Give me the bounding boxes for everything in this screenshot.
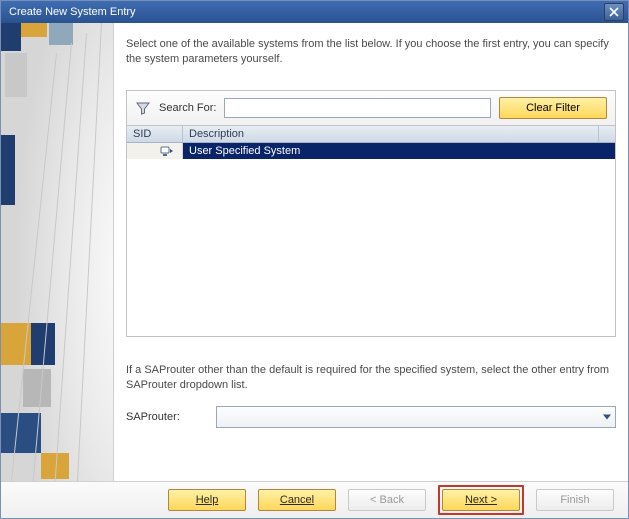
- systems-table: SID Description: [126, 126, 616, 337]
- column-header-spacer: [599, 126, 615, 142]
- cancel-button[interactable]: Cancel: [258, 489, 336, 511]
- filter-icon: [135, 100, 151, 116]
- saprouter-label: SAProuter:: [126, 411, 204, 423]
- finish-button: Finish: [536, 489, 614, 511]
- close-icon: [609, 7, 619, 17]
- system-icon: [160, 145, 174, 157]
- chevron-down-icon: [603, 414, 611, 419]
- help-button[interactable]: Help: [168, 489, 246, 511]
- search-input[interactable]: [224, 98, 491, 118]
- titlebar: Create New System Entry: [1, 1, 628, 23]
- close-button[interactable]: [604, 3, 624, 21]
- saprouter-row: SAProuter:: [126, 406, 616, 428]
- cell-sid: [127, 143, 183, 159]
- saprouter-dropdown[interactable]: [216, 406, 616, 428]
- dialog-body: Select one of the available systems from…: [1, 23, 628, 481]
- table-row[interactable]: User Specified System: [127, 143, 615, 159]
- intro-text: Select one of the available systems from…: [126, 37, 616, 68]
- wizard-content: Select one of the available systems from…: [114, 23, 628, 481]
- clear-filter-button[interactable]: Clear Filter: [499, 97, 607, 119]
- search-panel: Search For: Clear Filter: [126, 90, 616, 126]
- wizard-sidebar-art: [1, 23, 114, 481]
- dialog-window: Create New System Entry: [0, 0, 629, 519]
- column-header-sid[interactable]: SID: [127, 126, 183, 142]
- table-body[interactable]: User Specified System: [127, 143, 615, 336]
- cell-description: User Specified System: [183, 145, 615, 157]
- table-header: SID Description: [127, 126, 615, 143]
- wizard-footer: Help Cancel < Back Next > Finish: [1, 481, 628, 518]
- column-header-description[interactable]: Description: [183, 126, 599, 142]
- saprouter-hint: If a SAProuter other than the default is…: [126, 363, 616, 394]
- next-button[interactable]: Next >: [442, 489, 520, 511]
- back-button: < Back: [348, 489, 426, 511]
- search-label: Search For:: [159, 102, 216, 114]
- next-button-highlight: Next >: [438, 485, 524, 515]
- window-title: Create New System Entry: [9, 6, 604, 18]
